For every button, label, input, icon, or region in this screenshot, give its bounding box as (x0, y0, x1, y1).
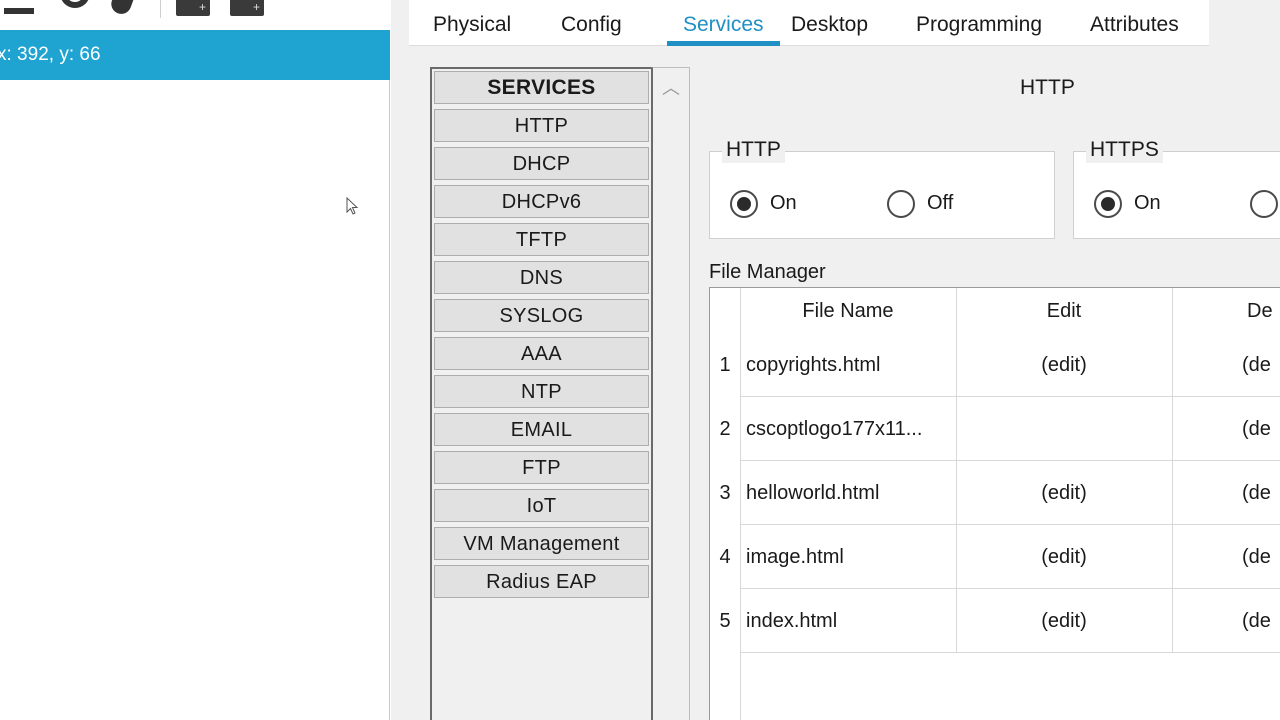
https-off-radio[interactable] (1250, 190, 1278, 218)
delete-link[interactable]: (de (1242, 546, 1271, 569)
edit-link[interactable]: (edit) (956, 482, 1172, 505)
row-number: 5 (719, 610, 731, 632)
add-device-icon[interactable]: + (176, 0, 210, 16)
delete-link[interactable]: (de (1242, 610, 1271, 633)
row-number: 1 (719, 354, 731, 376)
line-tool-icon[interactable] (4, 0, 34, 14)
logical-workspace[interactable]: + + x: 392, y: 66 (0, 0, 390, 720)
edit-link[interactable]: (edit) (956, 354, 1172, 377)
service-item-ftp[interactable]: FTP (434, 451, 649, 484)
http-off-radio[interactable] (887, 190, 915, 218)
services-header: SERVICES (434, 71, 649, 104)
file-manager-label: File Manager (709, 261, 826, 283)
toolbar-separator (160, 0, 161, 18)
file-name-cell: cscoptlogo177x11... (746, 418, 923, 440)
panel-title: HTTP (1020, 76, 1075, 99)
row-number: 3 (719, 482, 731, 504)
row-divider (740, 396, 1280, 397)
http-on-radio[interactable] (730, 190, 758, 218)
column-header-delete[interactable]: De (1247, 300, 1273, 323)
delete-link[interactable]: (de (1242, 482, 1271, 505)
tab-bar: Physical Config Services Desktop Program… (409, 0, 1209, 46)
freeform-tool-icon[interactable] (108, 0, 136, 17)
file-name-cell: image.html (746, 546, 844, 568)
row-divider (740, 524, 1280, 525)
device-config-window: Physical Config Services Desktop Program… (391, 0, 1280, 720)
add-device-icon[interactable]: + (230, 0, 264, 16)
edit-link[interactable]: (edit) (956, 610, 1172, 633)
service-item-tftp[interactable]: TFTP (434, 223, 649, 256)
column-divider (1172, 288, 1173, 653)
row-number: 2 (719, 418, 731, 440)
https-group-label: HTTPS (1086, 137, 1163, 163)
service-item-iot[interactable]: IoT (434, 489, 649, 522)
https-group: HTTPS On (1073, 137, 1280, 239)
delete-link[interactable]: (de (1242, 354, 1271, 377)
row-divider (740, 460, 1280, 461)
edit-link[interactable]: (edit) (956, 546, 1172, 569)
file-name-cell: copyrights.html (746, 354, 881, 376)
file-name-cell: helloworld.html (746, 482, 880, 504)
column-divider (956, 288, 957, 653)
coordinates-bar: x: 392, y: 66 (0, 30, 390, 80)
http-group: HTTP On Off (709, 137, 1055, 239)
delete-link[interactable]: (de (1242, 418, 1271, 441)
service-item-vm-management[interactable]: VM Management (434, 527, 649, 560)
service-item-dhcpv6[interactable]: DHCPv6 (434, 185, 649, 218)
https-on-label: On (1134, 192, 1161, 214)
service-item-aaa[interactable]: AAA (434, 337, 649, 370)
service-item-http[interactable]: HTTP (434, 109, 649, 142)
shape-tool-icon[interactable] (60, 0, 90, 8)
row-divider (740, 588, 1280, 589)
row-divider (740, 652, 1280, 653)
file-name-cell: index.html (746, 610, 838, 632)
tab-config[interactable]: Config (557, 0, 626, 46)
service-item-radius-eap[interactable]: Radius EAP (434, 565, 649, 598)
file-manager-table: File Name Edit De 1 copyrights.html (edi… (709, 287, 1280, 720)
http-off-label: Off (927, 192, 954, 214)
tab-attributes[interactable]: Attributes (1086, 0, 1183, 46)
services-scrollbar[interactable]: ︿ (652, 67, 690, 720)
https-on-radio[interactable] (1094, 190, 1122, 218)
coordinates-readout: x: 392, y: 66 (0, 44, 101, 65)
service-item-dhcp[interactable]: DHCP (434, 147, 649, 180)
service-item-email[interactable]: EMAIL (434, 413, 649, 446)
scroll-up-icon[interactable]: ︿ (653, 68, 689, 106)
tab-physical[interactable]: Physical (429, 0, 515, 46)
http-on-label: On (770, 192, 797, 214)
service-item-dns[interactable]: DNS (434, 261, 649, 294)
device-toolbar: + + (0, 0, 390, 30)
tab-programming[interactable]: Programming (912, 0, 1046, 46)
column-header-file-name[interactable]: File Name (740, 300, 956, 323)
http-group-label: HTTP (722, 137, 785, 163)
column-divider (740, 288, 741, 720)
tab-services[interactable]: Services (667, 0, 780, 46)
column-header-edit[interactable]: Edit (956, 300, 1172, 323)
row-number: 4 (719, 546, 731, 568)
service-item-ntp[interactable]: NTP (434, 375, 649, 408)
service-item-syslog[interactable]: SYSLOG (434, 299, 649, 332)
services-list: SERVICES HTTP DHCP DHCPv6 TFTP DNS SYSLO… (430, 67, 652, 720)
tab-desktop[interactable]: Desktop (787, 0, 872, 46)
